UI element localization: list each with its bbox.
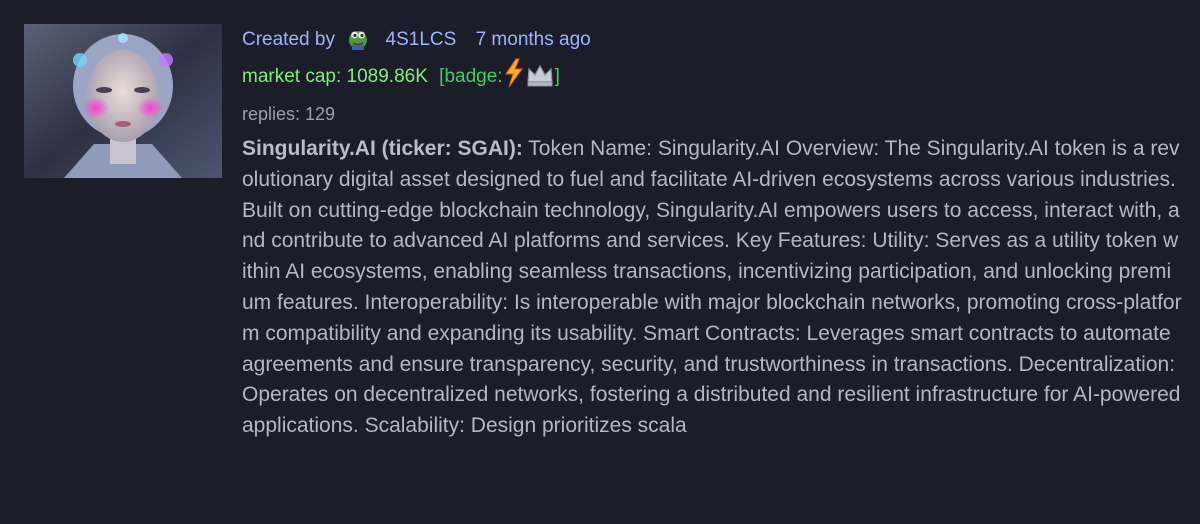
- replies-count: replies: 129: [242, 104, 336, 124]
- created-by-label: Created by: [242, 29, 335, 50]
- market-cap-line: market cap: 1089.86K [badge: ]: [242, 58, 560, 97]
- market-cap: market cap: 1089.86K: [242, 66, 428, 87]
- creator-username[interactable]: 4S1LCS: [386, 29, 457, 50]
- avatar[interactable]: [346, 26, 370, 50]
- badge-close: ]: [554, 66, 560, 87]
- lightning-icon: [503, 58, 525, 97]
- description-text: Token Name: Singularity.AI Overview: The…: [242, 137, 1182, 438]
- badge-label: [badge:: [439, 66, 503, 87]
- token-title: Singularity.AI (ticker: SGAI):: [242, 137, 523, 160]
- token-image[interactable]: [24, 24, 222, 178]
- post-time: 7 months ago: [475, 29, 591, 50]
- badge-group: [badge: ]: [439, 58, 560, 88]
- token-card[interactable]: Created by 4S1LCS 7 months ago market ca…: [0, 0, 1200, 524]
- crown-icon: [525, 62, 555, 97]
- creator-line: Created by 4S1LCS 7 months ago: [242, 26, 591, 54]
- token-description: Singularity.AI (ticker: SGAI): Token Nam…: [242, 134, 1182, 442]
